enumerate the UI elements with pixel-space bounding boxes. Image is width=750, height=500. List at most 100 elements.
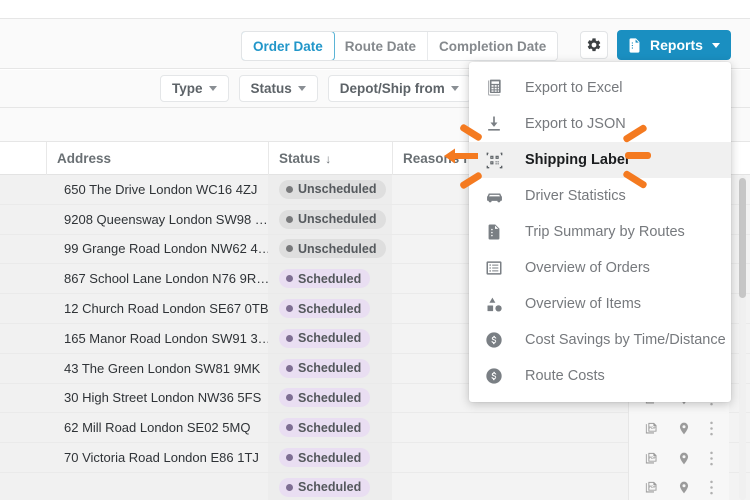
status-dot-icon <box>286 275 293 283</box>
status-badge: Scheduled <box>279 477 371 497</box>
row-action-group: PDF <box>629 473 729 500</box>
cell-address: 30 High Street London NW36 5FS <box>46 383 268 413</box>
status-badge-label: Scheduled <box>298 271 362 286</box>
tab-completion-date[interactable]: Completion Date <box>428 32 558 60</box>
tab-route-date-label: Route Date <box>344 38 417 54</box>
date-tab-group[interactable]: Order Date Route Date Completion Date <box>241 31 559 61</box>
status-badge-label: Scheduled <box>298 331 362 346</box>
map-pin-icon[interactable] <box>677 479 691 496</box>
filter-type-button[interactable]: Type <box>160 75 229 102</box>
row-gutter-cell <box>0 204 46 234</box>
row-gutter-cell <box>0 353 46 383</box>
menu-item-route-costs[interactable]: Route Costs <box>469 358 731 394</box>
map-pin-icon[interactable] <box>677 450 691 467</box>
tab-order-date[interactable]: Order Date <box>242 32 335 60</box>
filter-depot-label: Depot/Ship from <box>339 81 445 96</box>
status-badge-label: Scheduled <box>298 480 362 495</box>
menu-item-label: Overview of Orders <box>525 260 650 276</box>
menu-item-label: Cost Savings by Time/Distance <box>525 332 726 348</box>
pdf-icon[interactable]: PDF <box>644 480 659 495</box>
caret-down-icon <box>297 86 306 91</box>
cell-address: 99 Grange Road London NW62 4… <box>46 234 268 264</box>
cell-status: Scheduled <box>268 472 392 500</box>
menu-item-export-to-excel[interactable]: Export to Excel <box>469 70 731 106</box>
menu-item-label: Export to JSON <box>525 116 626 132</box>
gear-icon <box>587 38 601 52</box>
reports-dropdown-menu[interactable]: Export to Excel Export to JSON Shipping La… <box>469 62 731 402</box>
row-gutter-cell <box>0 472 46 500</box>
column-header-status-label: Status <box>279 151 321 166</box>
menu-item-trip-summary-by-routes[interactable]: Trip Summary by Routes <box>469 214 731 250</box>
status-badge: Scheduled <box>279 269 371 289</box>
row-gutter-cell <box>0 264 46 294</box>
status-badge: Scheduled <box>279 299 371 319</box>
status-badge-label: Scheduled <box>298 450 362 465</box>
more-vertical-icon[interactable] <box>709 479 714 496</box>
caret-down-icon <box>208 86 217 91</box>
cell-address: 62 Mill Road London SE02 5MQ <box>46 413 268 443</box>
reports-button[interactable]: Reports <box>617 30 731 60</box>
column-header-address-label: Address <box>57 151 112 166</box>
cell-status: Unscheduled <box>268 204 392 234</box>
more-vertical-icon[interactable] <box>709 450 714 467</box>
filter-status-button[interactable]: Status <box>238 75 318 102</box>
more-vertical-icon[interactable] <box>709 420 714 437</box>
menu-item-label: Shipping Label <box>525 152 629 168</box>
status-dot-icon <box>286 424 293 432</box>
cell-address: 650 The Drive London WC16 4ZJ <box>46 175 268 204</box>
cell-status: Scheduled <box>268 353 392 383</box>
map-pin-icon[interactable] <box>677 420 691 437</box>
filter-status-label: Status <box>250 81 292 96</box>
cell-status: Scheduled <box>268 443 392 472</box>
status-dot-icon <box>286 394 293 402</box>
status-dot-icon <box>286 334 293 342</box>
status-badge: Unscheduled <box>279 209 386 229</box>
menu-item-shipping-label[interactable]: Shipping Label <box>469 142 731 178</box>
document-list-icon <box>483 221 505 243</box>
status-badge-label: Scheduled <box>298 361 362 376</box>
shapes-icon <box>483 293 505 315</box>
menu-item-label: Driver Statistics <box>525 188 626 204</box>
cell-status: Unscheduled <box>268 175 392 204</box>
filter-button-row: Type Status Depot/Ship from <box>160 75 471 102</box>
row-gutter-cell <box>0 294 46 323</box>
menu-item-label: Export to Excel <box>525 80 623 96</box>
excel-grid-icon <box>483 77 505 99</box>
menu-item-driver-statistics[interactable]: Driver Statistics <box>469 178 731 214</box>
status-dot-icon <box>286 215 293 223</box>
pdf-icon[interactable]: PDF <box>644 421 659 436</box>
menu-item-cost-savings-by-time-distance[interactable]: Cost Savings by Time/Distance <box>469 322 731 358</box>
status-badge: Unscheduled <box>279 239 386 259</box>
top-band <box>0 0 750 19</box>
status-badge-label: Unscheduled <box>298 182 377 197</box>
status-badge: Scheduled <box>279 328 371 348</box>
column-header-address[interactable]: Address <box>46 142 268 175</box>
cell-status: Scheduled <box>268 383 392 413</box>
menu-item-label: Trip Summary by Routes <box>525 224 685 240</box>
tab-completion-date-label: Completion Date <box>439 38 547 54</box>
settings-button[interactable] <box>580 31 608 59</box>
menu-item-label: Route Costs <box>525 368 605 384</box>
status-dot-icon <box>286 245 293 253</box>
status-badge: Unscheduled <box>279 179 386 199</box>
column-header-status[interactable]: Status ↓ <box>268 142 392 175</box>
status-badge: Scheduled <box>279 448 371 468</box>
menu-item-overview-of-items[interactable]: Overview of Items <box>469 286 731 322</box>
cell-address: 9208 Queensway London SW98 … <box>46 204 268 234</box>
tab-order-date-label: Order Date <box>253 38 323 54</box>
status-badge-label: Unscheduled <box>298 212 377 227</box>
pdf-icon[interactable]: PDF <box>644 451 659 466</box>
tab-route-date[interactable]: Route Date <box>333 32 429 60</box>
filter-depot-button[interactable]: Depot/Ship from <box>327 75 471 102</box>
status-badge-label: Unscheduled <box>298 241 377 256</box>
cell-address <box>46 472 268 500</box>
menu-item-export-to-json[interactable]: Export to JSON <box>469 106 731 142</box>
menu-item-overview-of-orders[interactable]: Overview of Orders <box>469 250 731 286</box>
vertical-scrollbar-thumb[interactable] <box>739 178 746 298</box>
status-badge-label: Scheduled <box>298 390 362 405</box>
row-gutter-cell <box>0 234 46 264</box>
car-icon <box>483 185 505 207</box>
cell-status: Scheduled <box>268 264 392 294</box>
status-dot-icon <box>286 305 293 313</box>
cell-address: 12 Church Road London SE67 0TB <box>46 294 268 323</box>
